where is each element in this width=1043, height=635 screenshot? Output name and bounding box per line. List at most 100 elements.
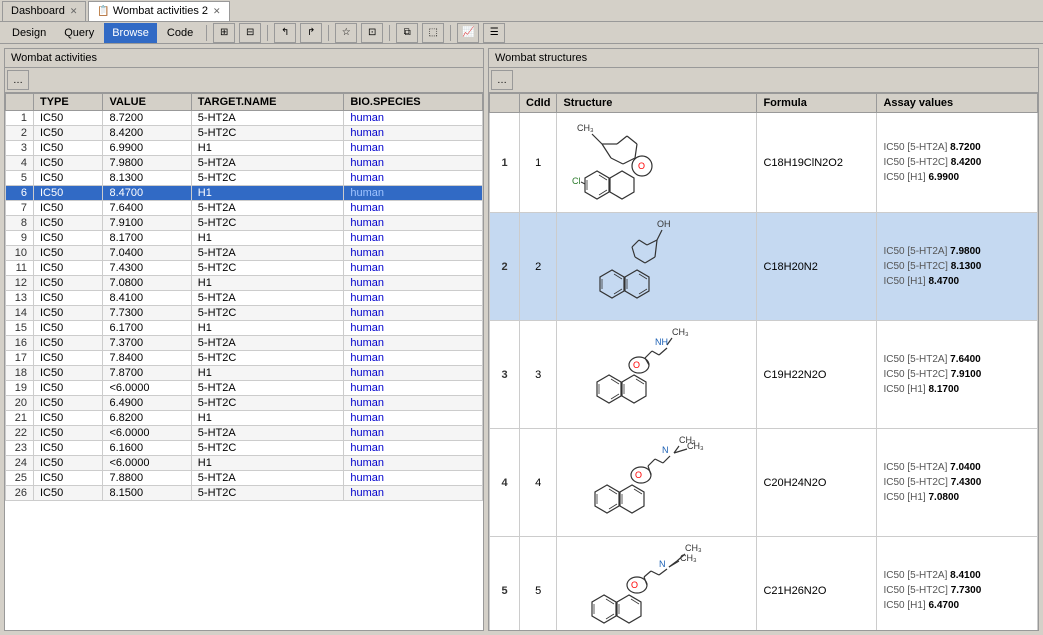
struct-row[interactable]: 5 5 CH₃ N O CH₃ C21H26N2O IC <box>490 537 1038 631</box>
struct-row[interactable]: 3 3 CH₃ NH O C19H22N2O IC50 [5-HT2A] 7.6… <box>490 321 1038 429</box>
cell-species: human <box>344 366 483 381</box>
cell-species: human <box>344 426 483 441</box>
tab-dashboard[interactable]: Dashboard ✕ <box>2 1 86 21</box>
grid-btn-2[interactable]: ⊟ <box>239 23 261 43</box>
table-row[interactable]: 19 IC50 <6.0000 5-HT2A human <box>6 381 483 396</box>
grid-btn-1[interactable]: ⊞ <box>213 23 235 43</box>
struct-row[interactable]: 4 4 CH₃ N O CH₃ C20H24N2O IC <box>490 429 1038 537</box>
cell-type: IC50 <box>34 336 103 351</box>
cell-target: H1 <box>191 186 344 201</box>
cell-target: H1 <box>191 456 344 471</box>
table-row[interactable]: 10 IC50 7.0400 5-HT2A human <box>6 246 483 261</box>
table-row[interactable]: 20 IC50 6.4900 5-HT2C human <box>6 396 483 411</box>
left-table-scroll[interactable]: TYPE VALUE TARGET.NAME BIO.SPECIES 1 IC5… <box>5 93 483 630</box>
cell-target: 5-HT2C <box>191 441 344 456</box>
struct-row[interactable]: 2 2 OH C18H20N2 IC50 [5-HT2A] 7.9800IC50… <box>490 213 1038 321</box>
dashboard-tab-close[interactable]: ✕ <box>70 6 78 17</box>
structures-table: CdId Structure Formula Assay values 1 1 … <box>489 93 1038 630</box>
arrow-btn-1[interactable]: ↰ <box>274 23 296 43</box>
chart-btn[interactable]: 📈 <box>457 23 479 43</box>
table-row[interactable]: 6 IC50 8.4700 H1 human <box>6 186 483 201</box>
struct-row[interactable]: 1 1 CH₃ O Cl C18H19ClN2O <box>490 113 1038 213</box>
right-panel: Wombat structures … CdId Structure Formu… <box>488 48 1039 631</box>
menu-browse[interactable]: Browse <box>104 23 157 43</box>
table-row[interactable]: 15 IC50 6.1700 H1 human <box>6 321 483 336</box>
table-row[interactable]: 26 IC50 8.1500 5-HT2C human <box>6 486 483 501</box>
row-number: 20 <box>6 396 34 411</box>
cell-value: 8.1500 <box>103 486 191 501</box>
wombat-tab-close[interactable]: ✕ <box>213 6 221 17</box>
menu-design[interactable]: Design <box>4 23 54 43</box>
tab-icon: 📋 <box>97 6 109 17</box>
table-row[interactable]: 8 IC50 7.9100 5-HT2C human <box>6 216 483 231</box>
arrow-btn-2[interactable]: ↱ <box>300 23 322 43</box>
menu-bar: Design Query Browse Code ⊞ ⊟ ↰ ↱ ☆ ⊡ ⧉ ⬚… <box>0 22 1043 44</box>
star-btn-1[interactable]: ☆ <box>335 23 357 43</box>
table-row[interactable]: 1 IC50 8.7200 5-HT2A human <box>6 111 483 126</box>
list-btn[interactable]: ☰ <box>483 23 505 43</box>
cell-target: 5-HT2A <box>191 291 344 306</box>
struct-row-number: 2 <box>490 213 520 321</box>
cell-value: 6.8200 <box>103 411 191 426</box>
menu-query[interactable]: Query <box>56 23 102 43</box>
right-toolbar-menu-btn[interactable]: … <box>491 70 513 90</box>
copy-btn-1[interactable]: ⧉ <box>396 23 418 43</box>
cell-species: human <box>344 351 483 366</box>
cell-target: H1 <box>191 141 344 156</box>
table-row[interactable]: 21 IC50 6.8200 H1 human <box>6 411 483 426</box>
row-number: 25 <box>6 471 34 486</box>
cell-species: human <box>344 231 483 246</box>
table-row[interactable]: 5 IC50 8.1300 5-HT2C human <box>6 171 483 186</box>
right-table-scroll[interactable]: CdId Structure Formula Assay values 1 1 … <box>489 93 1038 630</box>
col-structure[interactable]: Structure <box>557 94 757 113</box>
col-value[interactable]: VALUE <box>103 94 191 111</box>
assay-cell: IC50 [5-HT2A] 7.0400IC50 [5-HT2C] 7.4300… <box>877 429 1038 537</box>
wombat-tab-label: Wombat activities 2 <box>113 5 208 17</box>
cell-value: 7.9100 <box>103 216 191 231</box>
table-row[interactable]: 18 IC50 7.8700 H1 human <box>6 366 483 381</box>
table-row[interactable]: 24 IC50 <6.0000 H1 human <box>6 456 483 471</box>
copy-btn-2[interactable]: ⬚ <box>422 23 444 43</box>
table-row[interactable]: 9 IC50 8.1700 H1 human <box>6 231 483 246</box>
table-row[interactable]: 2 IC50 8.4200 5-HT2C human <box>6 126 483 141</box>
col-type[interactable]: TYPE <box>34 94 103 111</box>
col-assay[interactable]: Assay values <box>877 94 1038 113</box>
col-formula[interactable]: Formula <box>757 94 877 113</box>
table-row[interactable]: 13 IC50 8.4100 5-HT2A human <box>6 291 483 306</box>
table-row[interactable]: 22 IC50 <6.0000 5-HT2A human <box>6 426 483 441</box>
cell-species: human <box>344 471 483 486</box>
table-row[interactable]: 3 IC50 6.9900 H1 human <box>6 141 483 156</box>
cell-target: H1 <box>191 321 344 336</box>
table-row[interactable]: 4 IC50 7.9800 5-HT2A human <box>6 156 483 171</box>
table-row[interactable]: 7 IC50 7.6400 5-HT2A human <box>6 201 483 216</box>
left-toolbar-menu-btn[interactable]: … <box>7 70 29 90</box>
table-row[interactable]: 14 IC50 7.7300 5-HT2C human <box>6 306 483 321</box>
menu-code[interactable]: Code <box>159 23 201 43</box>
filter-btn[interactable]: ⊡ <box>361 23 383 43</box>
table-row[interactable]: 16 IC50 7.3700 5-HT2A human <box>6 336 483 351</box>
svg-text:CH₃: CH₃ <box>687 441 704 451</box>
cell-species: human <box>344 171 483 186</box>
cell-target: H1 <box>191 411 344 426</box>
table-row[interactable]: 25 IC50 7.8800 5-HT2A human <box>6 471 483 486</box>
cell-species: human <box>344 291 483 306</box>
struct-row-number: 3 <box>490 321 520 429</box>
table-row[interactable]: 12 IC50 7.0800 H1 human <box>6 276 483 291</box>
tab-wombat-activities[interactable]: 📋 Wombat activities 2 ✕ <box>88 1 229 21</box>
cell-value: 8.4100 <box>103 291 191 306</box>
svg-text:N: N <box>662 445 669 455</box>
cell-species: human <box>344 156 483 171</box>
cell-species: human <box>344 396 483 411</box>
cell-type: IC50 <box>34 366 103 381</box>
table-row[interactable]: 23 IC50 6.1600 5-HT2C human <box>6 441 483 456</box>
col-target[interactable]: TARGET.NAME <box>191 94 344 111</box>
table-row[interactable]: 11 IC50 7.4300 5-HT2C human <box>6 261 483 276</box>
cell-species: human <box>344 126 483 141</box>
table-row[interactable]: 17 IC50 7.8400 5-HT2C human <box>6 351 483 366</box>
row-number: 15 <box>6 321 34 336</box>
cell-type: IC50 <box>34 141 103 156</box>
formula-cell: C19H22N2O <box>757 321 877 429</box>
col-species[interactable]: BIO.SPECIES <box>344 94 483 111</box>
col-cdid[interactable]: CdId <box>520 94 557 113</box>
struct-row-number: 4 <box>490 429 520 537</box>
